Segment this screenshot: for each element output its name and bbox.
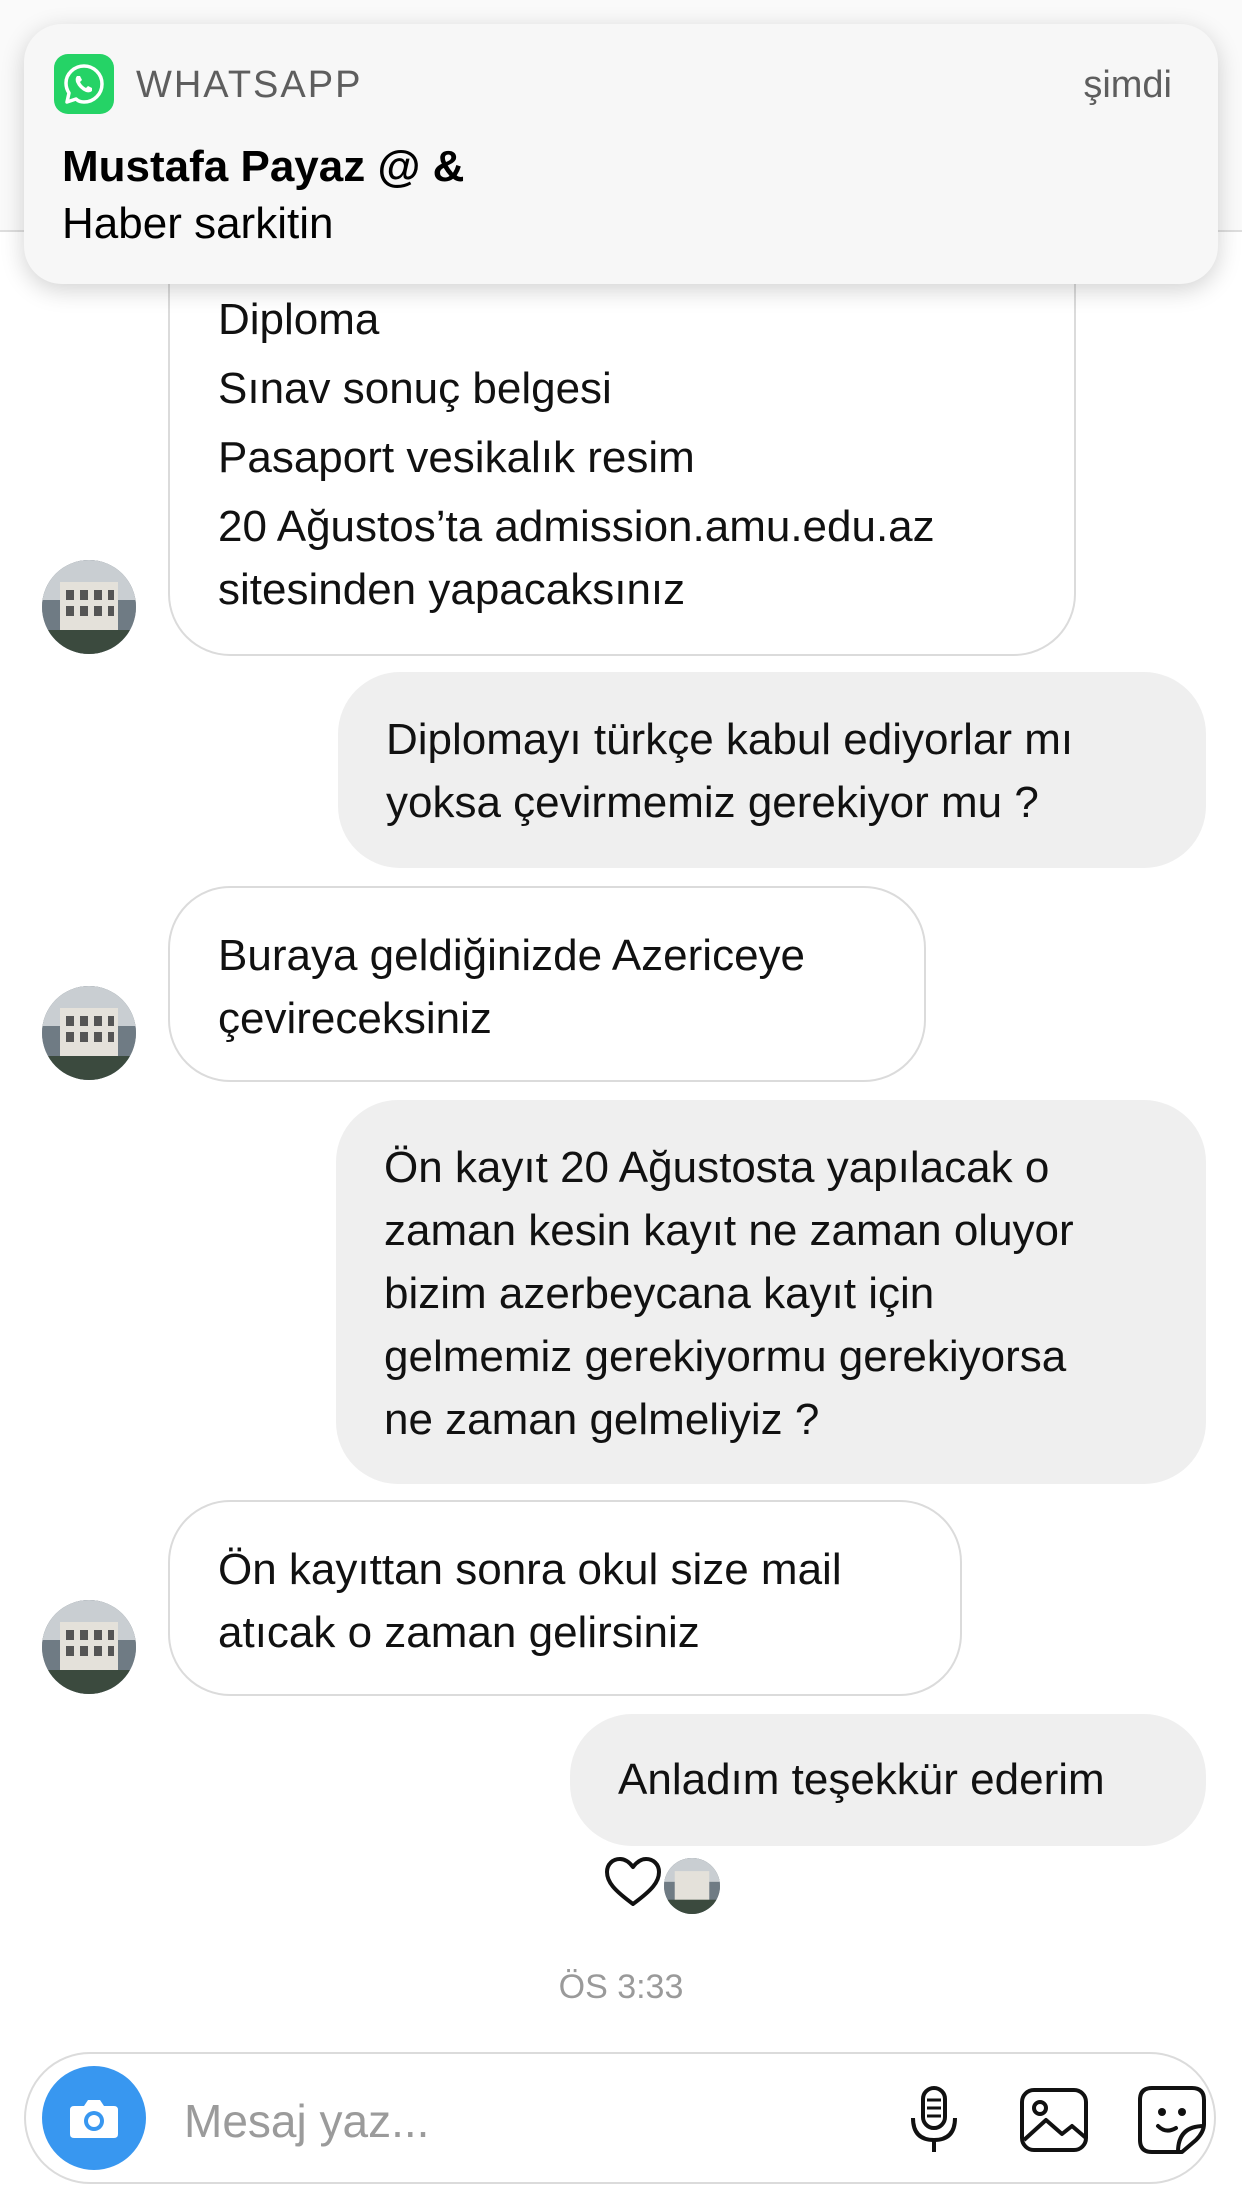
microphone-icon[interactable]	[896, 2082, 972, 2158]
notification-banner[interactable]: WHATSAPP şimdi Mustafa Payaz @ & Haber s…	[24, 24, 1218, 284]
message-line: atıcak o zaman gelirsiniz	[218, 1608, 700, 1657]
message-line: zaman kesin kayıt ne zaman oluyor	[384, 1206, 1074, 1255]
message-line: çevireceksiniz	[218, 994, 492, 1043]
message-outgoing[interactable]: Diplomayı türkçe kabul ediyorlar mı yoks…	[338, 672, 1206, 868]
message-composer	[24, 2052, 1216, 2184]
message-line: Ön kayıt 20 Ağustosta yapılacak o	[384, 1143, 1050, 1192]
contact-avatar[interactable]	[42, 1600, 136, 1694]
message-input[interactable]	[182, 2088, 866, 2154]
message-line: Diplomayı türkçe kabul ediyorlar mı	[386, 715, 1074, 764]
message-line: 20 Ağustos’ta admission.amu.edu.az	[218, 502, 935, 551]
message-line: Diploma	[218, 295, 380, 344]
notification-time: şimdi	[1083, 64, 1172, 106]
camera-icon	[70, 2100, 118, 2138]
message-line: yoksa çevirmemiz gerekiyor mu ?	[386, 778, 1039, 827]
message-line: Sınav sonuç belgesi	[218, 364, 612, 413]
message-line: sitesinden yapacaksınız	[218, 565, 686, 614]
contact-avatar[interactable]	[42, 986, 136, 1080]
message-timestamp: ÖS 3:33	[558, 1968, 684, 2006]
message-line: ne zaman gelmeliyiz ?	[384, 1395, 820, 1444]
message-line: Ön kayıttan sonra okul size mail	[218, 1545, 842, 1594]
message-line: Pasaport vesikalık resim	[218, 433, 695, 482]
message-line: Anladım teşekkür ederim	[618, 1755, 1105, 1804]
notification-body: Haber sarkitin	[62, 199, 334, 248]
message-incoming[interactable]: Ön kayıttan sonra okul size mail atıcak …	[168, 1500, 962, 1696]
notification-title: Mustafa Payaz @ &	[62, 142, 465, 191]
whatsapp-icon	[54, 54, 114, 114]
message-incoming[interactable]: Buraya geldiğinizde Azericeye çevireceks…	[168, 886, 926, 1082]
contact-avatar[interactable]	[42, 560, 136, 654]
message-outgoing[interactable]: Anladım teşekkür ederim	[570, 1714, 1206, 1846]
message-line: gelmemiz gerekiyormu gerekiyorsa	[384, 1332, 1067, 1381]
gallery-icon[interactable]	[1016, 2082, 1092, 2158]
message-line: Buraya geldiğinizde Azericeye	[218, 931, 806, 980]
sticker-icon[interactable]	[1134, 2082, 1210, 2158]
notification-app-name: WHATSAPP	[136, 64, 363, 106]
camera-button[interactable]	[42, 2066, 146, 2170]
message-line: bizim azerbeycana kayıt için	[384, 1269, 935, 1318]
heart-reaction-icon[interactable]	[604, 1856, 662, 1908]
reaction-user-avatar	[664, 1858, 720, 1914]
message-outgoing[interactable]: Ön kayıt 20 Ağustosta yapılacak o zaman …	[336, 1100, 1206, 1484]
